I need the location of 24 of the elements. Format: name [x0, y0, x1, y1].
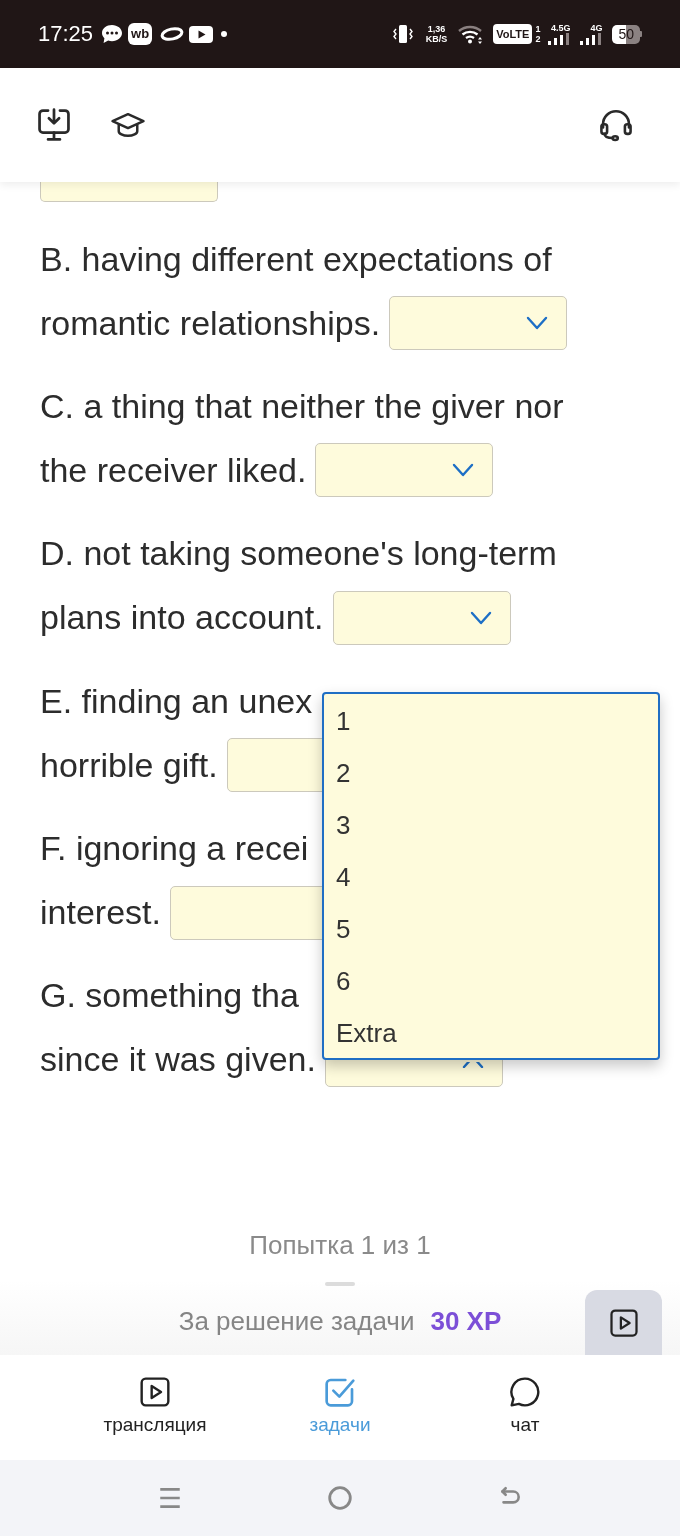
question-text: the receiver liked. [40, 450, 307, 490]
attempt-counter: Попытка 1 из 1 [248, 1229, 432, 1260]
question-text: F. ignoring a recei [40, 829, 309, 869]
question-text: since it was given. [40, 1040, 316, 1080]
volte-badge: VoLTE [493, 24, 533, 44]
speed-unit: KB/S [425, 34, 448, 44]
sim-number: 1 [535, 24, 541, 34]
question-text: horrible gift. [40, 745, 218, 785]
clock-time: 17:25 [38, 21, 94, 47]
question-text: plans into account. [40, 598, 324, 638]
sim-number: 2 [535, 34, 541, 44]
question-text: D. not taking someone's long-term [40, 534, 557, 574]
question-text: E. finding an unex [40, 681, 313, 721]
question-text: B. having different expectations of [40, 239, 552, 279]
question-text: C. a thing that neither the giver nor [40, 386, 564, 426]
speed-value: 1,36 [427, 24, 446, 34]
question-text: interest. [40, 893, 161, 933]
question-text: G. something tha [40, 976, 299, 1016]
reward-label: За решение задачи [178, 1306, 415, 1337]
network-type: 4.5G [550, 23, 571, 33]
app-badge: wb [128, 23, 153, 45]
network-type: 4G [590, 23, 603, 33]
reward-points: 30 XP [430, 1306, 502, 1337]
question-text: romantic relationships. [40, 303, 381, 343]
